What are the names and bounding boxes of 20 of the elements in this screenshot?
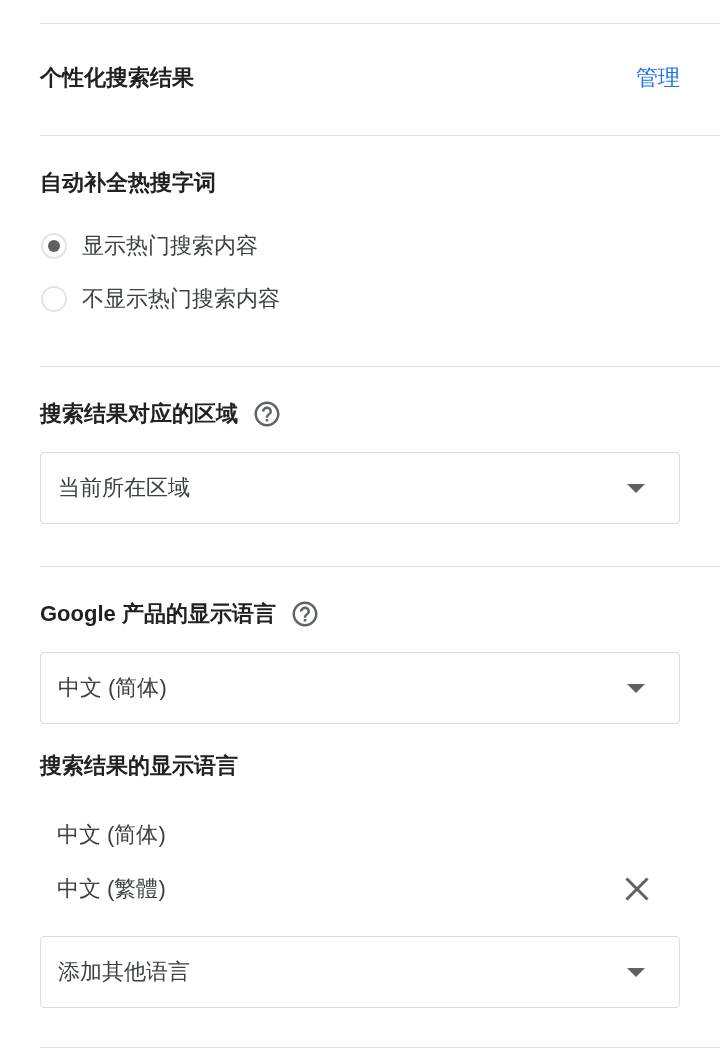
manage-link[interactable]: 管理 xyxy=(636,64,680,92)
add-language-dropdown[interactable]: 添加其他语言 xyxy=(40,936,680,1008)
dropdown[interactable]: 当前所在区域 xyxy=(40,452,680,524)
section-title: 搜索结果的显示语言 xyxy=(40,752,238,780)
radio-label: 显示热门搜索内容 xyxy=(82,231,258,260)
language-item: 中文 (简体) xyxy=(57,821,166,849)
section-title: 搜索结果对应的区域 xyxy=(40,400,238,428)
section-title: Google 产品的显示语言 xyxy=(40,600,276,628)
language-item: 中文 (繁體) xyxy=(57,875,166,903)
radio-button[interactable] xyxy=(41,232,67,259)
section-title: 自动补全热搜字词 xyxy=(40,169,216,197)
dropdown[interactable]: 中文 (简体) xyxy=(40,652,680,724)
help-icon[interactable] xyxy=(252,399,282,429)
caret-icon xyxy=(627,483,645,493)
radio-button[interactable] xyxy=(41,285,67,312)
caret-icon xyxy=(627,967,645,977)
radio-label: 不显示热门搜索内容 xyxy=(82,284,280,313)
close-icon[interactable] xyxy=(625,877,649,901)
section-title: 个性化搜索结果 xyxy=(40,64,194,92)
caret-icon xyxy=(627,683,645,693)
